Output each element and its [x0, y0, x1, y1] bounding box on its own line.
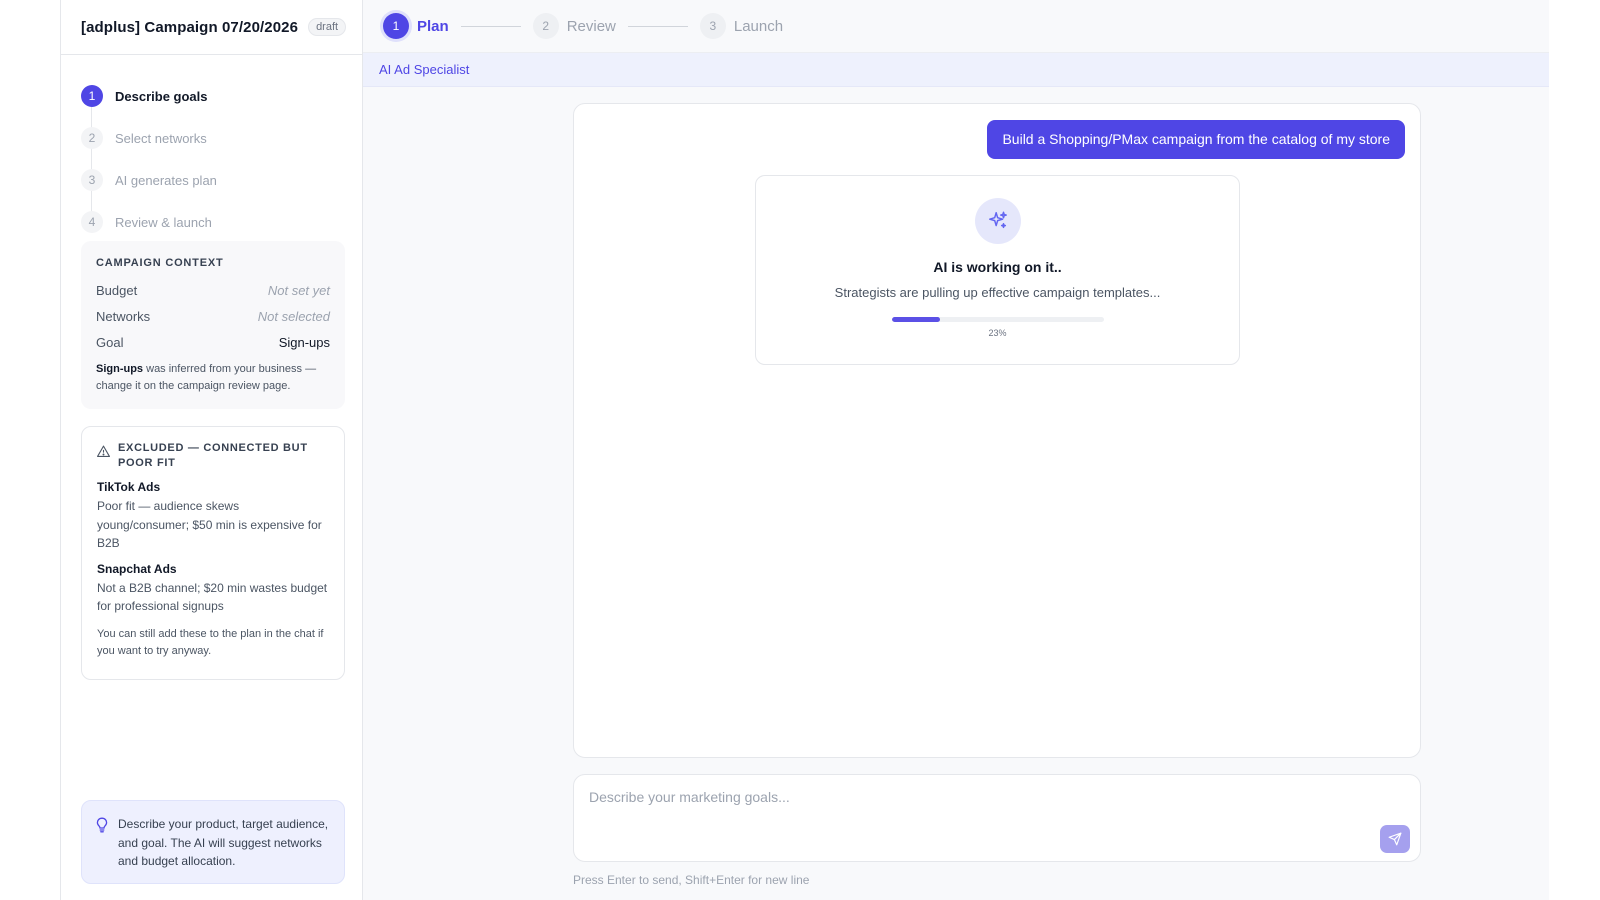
- app-window: [adplus] Campaign 07/20/2026 draft 1 Des…: [60, 0, 1549, 900]
- step-number: 2: [81, 127, 103, 149]
- tip-text: Describe your product, target audience, …: [118, 817, 329, 868]
- main-panel: 1 Plan 2 Review 3 Launch AI Ad Specialis…: [363, 0, 1549, 900]
- tab-review[interactable]: 2 Review: [532, 13, 616, 39]
- send-button[interactable]: [1380, 825, 1410, 853]
- context-row-goal: Goal Sign-ups: [96, 329, 330, 355]
- context-value: Not set yet: [267, 282, 330, 298]
- campaign-title: [adplus] Campaign 07/20/2026: [81, 18, 299, 36]
- progress-bar: [891, 317, 1104, 322]
- context-key: Goal: [96, 334, 124, 350]
- excluded-item-name: Snapchat Ads: [97, 561, 177, 576]
- sidebar: [adplus] Campaign 07/20/2026 draft 1 Des…: [61, 0, 363, 900]
- wizard-steps: 1 Describe goals 2 Select networks 3 AI …: [61, 55, 362, 243]
- step-label: Select networks: [115, 130, 207, 146]
- step-ai-generates-plan[interactable]: 3 AI generates plan: [81, 159, 362, 201]
- context-row-networks: Networks Not selected: [96, 303, 330, 329]
- specialist-banner: AI Ad Specialist: [363, 53, 1549, 87]
- working-title: AI is working on it..: [933, 259, 1062, 275]
- progress-fill: [891, 317, 941, 322]
- excluded-footer: You can still add these to the plan in t…: [97, 627, 324, 657]
- working-subtitle: Strategists are pulling up effective cam…: [834, 285, 1161, 300]
- warning-icon: [97, 445, 110, 457]
- sidebar-header: [adplus] Campaign 07/20/2026 draft: [61, 0, 362, 55]
- step-label: Review & launch: [115, 214, 212, 230]
- chat-panel: Build a Shopping/PMax campaign from the …: [573, 103, 1421, 758]
- draft-badge: draft: [308, 18, 347, 36]
- excluded-item-desc: Not a B2B channel; $20 min wastes budget…: [97, 580, 328, 614]
- user-message: Build a Shopping/PMax campaign from the …: [987, 120, 1405, 159]
- step-number: 3: [81, 169, 103, 191]
- tip-card: Describe your product, target audience, …: [81, 800, 345, 884]
- tab-step-number: 2: [532, 13, 559, 39]
- step-describe-goals[interactable]: 1 Describe goals: [81, 75, 362, 117]
- step-separator: [627, 25, 688, 27]
- step-label: Describe goals: [115, 88, 208, 104]
- step-number: 1: [81, 85, 103, 107]
- tab-plan[interactable]: 1 Plan: [383, 13, 449, 39]
- excluded-item-name: TikTok Ads: [97, 480, 161, 494]
- excluded-title: EXCLUDED — CONNECTED BUT POOR FIT: [118, 442, 308, 469]
- excluded-item-desc: Poor fit — audience skews young/consumer…: [97, 499, 322, 550]
- context-value: Not selected: [257, 308, 330, 324]
- specialist-label: AI Ad Specialist: [379, 62, 470, 77]
- composer-hint: Press Enter to send, Shift+Enter for new…: [573, 873, 810, 887]
- context-note: Sign-ups was inferred from your business…: [96, 361, 330, 395]
- message-composer: [573, 774, 1421, 862]
- tab-step-label: Plan: [417, 17, 449, 35]
- sparkle-icon: [974, 198, 1021, 244]
- step-number: 4: [81, 211, 103, 233]
- progress-percent: 23%: [988, 328, 1007, 338]
- tab-step-number: 3: [699, 13, 726, 39]
- excluded-networks-card: EXCLUDED — CONNECTED BUT POOR FIT TikTok…: [81, 426, 345, 680]
- excluded-header: EXCLUDED — CONNECTED BUT POOR FIT: [97, 441, 329, 471]
- tab-launch[interactable]: 3 Launch: [699, 13, 784, 39]
- campaign-context-title: CAMPAIGN CONTEXT: [96, 257, 224, 269]
- context-key: Networks: [96, 308, 151, 324]
- tab-step-label: Review: [566, 17, 616, 35]
- tab-step-label: Launch: [733, 17, 784, 35]
- step-review-launch[interactable]: 4 Review & launch: [81, 201, 362, 243]
- ai-working-card: AI is working on it.. Strategists are pu…: [755, 175, 1240, 365]
- step-separator: [460, 25, 521, 27]
- send-icon: [1388, 832, 1402, 846]
- context-note-bold: Sign-ups: [96, 363, 144, 375]
- message-input[interactable]: [574, 775, 1420, 861]
- tab-step-number: 1: [383, 13, 409, 39]
- step-select-networks[interactable]: 2 Select networks: [81, 117, 362, 159]
- step-label: AI generates plan: [115, 172, 217, 188]
- context-value: Sign-ups: [278, 334, 330, 350]
- progress-stepper: 1 Plan 2 Review 3 Launch: [363, 0, 1549, 53]
- campaign-context-card: CAMPAIGN CONTEXT Budget Not set yet Netw…: [81, 241, 345, 409]
- context-key: Budget: [96, 282, 138, 298]
- lightbulb-icon: [96, 817, 108, 833]
- context-row-budget: Budget Not set yet: [96, 277, 330, 303]
